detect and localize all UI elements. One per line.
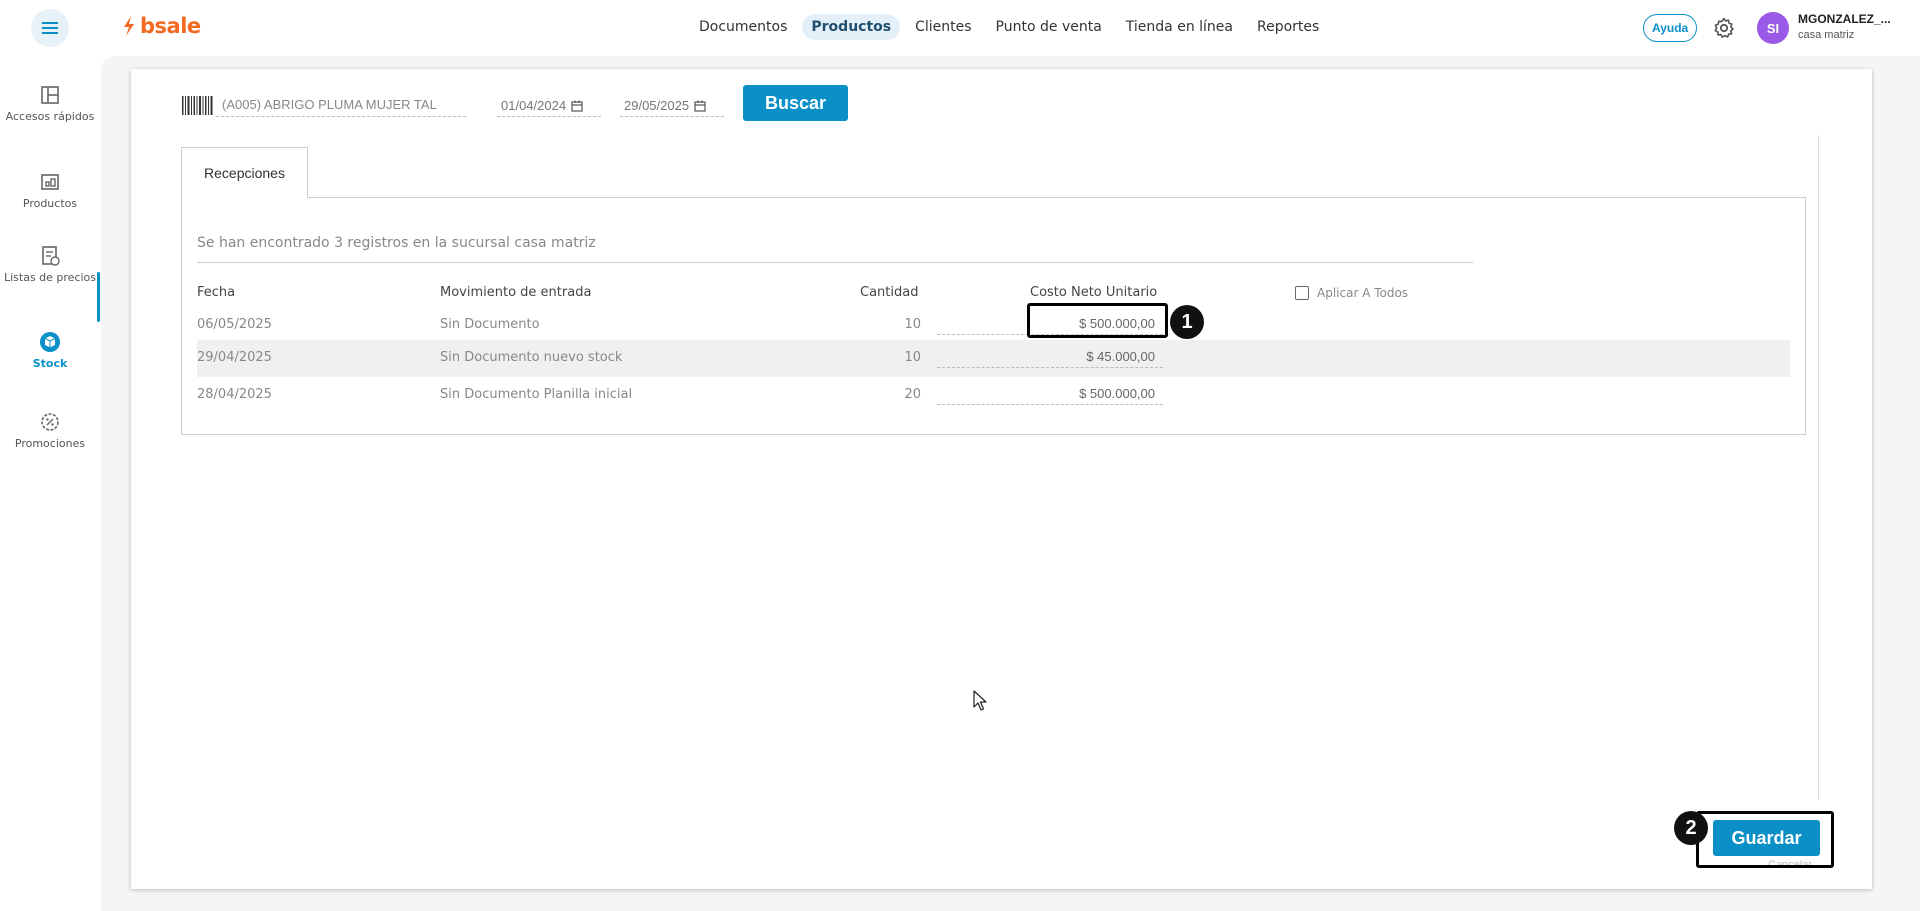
sidebar-item-accesos-rapidos[interactable]: Accesos rápidos [0, 84, 100, 123]
sidebar: Accesos rápidos Productos Listas de prec… [0, 56, 100, 911]
nav-tienda-en-linea[interactable]: Tienda en línea [1117, 14, 1242, 40]
nav-documentos[interactable]: Documentos [690, 14, 796, 40]
table-row: 28/04/2025 Sin Documento Planilla inicia… [197, 377, 1790, 414]
main-card [131, 69, 1872, 889]
date-from-field[interactable]: 01/04/2024 [497, 95, 601, 117]
tab-recepciones[interactable]: Recepciones [181, 147, 308, 198]
sidebar-item-label: Productos [22, 197, 78, 210]
date-from-value: 01/04/2024 [501, 98, 567, 113]
row-date: 06/05/2025 [197, 317, 272, 332]
search-button[interactable]: Buscar [743, 85, 848, 121]
sidebar-item-stock[interactable]: Stock [0, 331, 100, 370]
quick-access-icon [41, 86, 59, 104]
product-search-input[interactable]: (A005) ABRIGO PLUMA MUJER TAL [216, 95, 466, 117]
barcode-icon[interactable] [181, 95, 214, 116]
divider [1818, 135, 1819, 800]
nav-clientes[interactable]: Clientes [906, 14, 980, 40]
row-quantity: 10 [904, 317, 921, 332]
row-movement: Sin Documento [440, 317, 540, 332]
step-marker-2: 2 [1674, 811, 1708, 845]
unit-cost-input[interactable]: $ 500.000,00 [937, 383, 1163, 405]
row-date: 29/04/2025 [197, 350, 272, 365]
products-icon [41, 174, 59, 190]
row-movement: Sin Documento nuevo stock [440, 350, 623, 365]
row-date: 28/04/2025 [197, 387, 272, 402]
sidebar-item-label: Listas de precios [3, 271, 97, 284]
nav-productos[interactable]: Productos [802, 14, 901, 40]
hamburger-icon [42, 22, 58, 34]
column-header-quantity: Cantidad [860, 285, 919, 300]
column-header-unit-cost: Costo Neto Unitario [1030, 285, 1158, 300]
date-to-field[interactable]: 29/05/2025 [620, 95, 724, 117]
sidebar-active-indicator [97, 272, 100, 322]
apply-all-checkbox[interactable] [1295, 286, 1309, 300]
nav-punto-de-venta[interactable]: Punto de venta [987, 14, 1111, 40]
brand-name: bsale [140, 14, 201, 38]
bsale-logo-icon [124, 16, 134, 36]
user-avatar[interactable]: SI [1757, 12, 1789, 44]
sidebar-item-label: Stock [32, 357, 68, 370]
unit-cost-input[interactable]: $ 45.000,00 [937, 346, 1163, 368]
step-marker-1: 1 [1170, 305, 1204, 339]
row-movement: Sin Documento Planilla inicial [440, 387, 633, 402]
stock-box-icon [40, 332, 60, 352]
row-quantity: 20 [904, 387, 921, 402]
hamburger-menu-button[interactable] [31, 9, 69, 47]
calendar-icon[interactable] [694, 100, 706, 112]
sidebar-item-label: Accesos rápidos [5, 110, 95, 123]
nav-reportes[interactable]: Reportes [1248, 14, 1328, 40]
sidebar-item-listas-de-precios[interactable]: Listas de precios [0, 245, 100, 284]
bsale-logo[interactable]: bsale [122, 14, 201, 38]
user-branch: casa matriz [1798, 29, 1855, 41]
price-list-icon [42, 246, 60, 266]
calendar-icon[interactable] [571, 100, 583, 112]
user-name[interactable]: MGONZALEZ_... [1798, 12, 1891, 26]
promotions-icon [41, 413, 59, 431]
sidebar-item-label: Promociones [14, 437, 86, 450]
records-found-message: Se han encontrado 3 registros en la sucu… [197, 235, 1473, 263]
table-row: 29/04/2025 Sin Documento nuevo stock 10 … [197, 340, 1790, 377]
gear-icon[interactable] [1712, 16, 1736, 40]
mouse-cursor-icon [973, 690, 987, 711]
sidebar-item-productos[interactable]: Productos [0, 171, 100, 210]
top-navigation-bar: bsale Documentos Productos Clientes Punt… [0, 0, 1920, 56]
sidebar-item-promociones[interactable]: Promociones [0, 411, 100, 450]
date-to-value: 29/05/2025 [624, 98, 690, 113]
main-nav: Documentos Productos Clientes Punto de v… [690, 14, 1328, 40]
column-header-date: Fecha [197, 285, 236, 300]
table-row: 06/05/2025 Sin Documento 10 $ 500.000,00 [197, 307, 1790, 344]
highlight-box-save [1696, 811, 1834, 868]
highlight-box-cost [1027, 303, 1168, 338]
row-quantity: 10 [904, 350, 921, 365]
column-header-movement: Movimiento de entrada [440, 285, 592, 300]
apply-all-label: Aplicar A Todos [1317, 286, 1409, 300]
help-button[interactable]: Ayuda [1643, 14, 1698, 42]
